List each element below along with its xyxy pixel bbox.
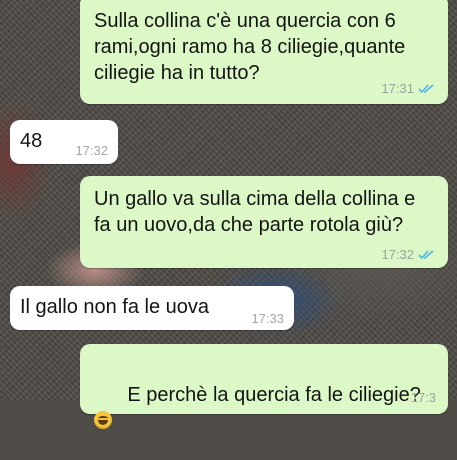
message-text: E perchè la quercia fa le ciliegie? <box>127 384 421 406</box>
read-receipt-icon <box>418 83 434 93</box>
message-meta: 17:3 <box>411 390 436 405</box>
message-time: 17:32 <box>75 143 108 158</box>
read-receipt-icon <box>418 249 434 259</box>
message-bubble-incoming[interactable]: 48 17:32 <box>10 120 118 164</box>
chat-thread[interactable]: Sulla collina c'è una quercia con 6 rami… <box>0 0 457 429</box>
message-bubble-outgoing[interactable]: Sulla collina c'è una quercia con 6 rami… <box>80 0 448 104</box>
message-time: 17:31 <box>381 81 414 96</box>
message-time: 17:33 <box>251 311 284 326</box>
message-meta: 17:31 <box>381 81 436 96</box>
message-text: Un gallo va sulla cima della collina e f… <box>94 188 421 236</box>
message-text: Il gallo non fa le uova <box>20 296 210 318</box>
message-bubble-outgoing[interactable]: Un gallo va sulla cima della collina e f… <box>80 176 448 268</box>
laughing-tears-emoji-icon <box>94 411 112 429</box>
message-bubble-outgoing[interactable]: E perchè la quercia fa le ciliegie? 17:3 <box>80 344 448 429</box>
message-meta: 17:32 <box>75 143 108 158</box>
message-time: 17:3 <box>410 390 436 405</box>
message-meta: 17:32 <box>381 247 436 262</box>
message-meta: 17:33 <box>251 311 284 326</box>
message-time: 17:32 <box>381 247 414 262</box>
message-text: Sulla collina c'è una quercia con 6 rami… <box>94 10 411 84</box>
message-text-row: E perchè la quercia fa le ciliegie? <box>94 356 436 460</box>
message-bubble-incoming[interactable]: Il gallo non fa le uova 17:33 <box>10 286 294 330</box>
